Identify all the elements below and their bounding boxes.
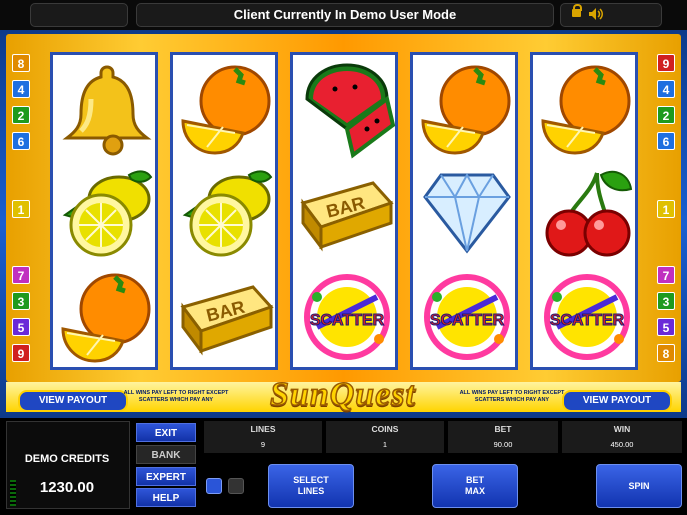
cherry-icon <box>537 163 637 263</box>
orange-icon <box>537 59 637 159</box>
lines-value: 9 <box>204 437 322 453</box>
reel-5: SCATTER <box>530 52 638 370</box>
payline-left-indicator[interactable]: 8 <box>12 54 30 72</box>
watermelon-icon <box>297 59 397 159</box>
bar-icon: BAR <box>297 163 397 263</box>
reel-2: BAR <box>170 52 278 370</box>
payline-left-indicator[interactable]: 2 <box>12 106 30 124</box>
scatter-icon: SCATTER <box>537 267 637 367</box>
svg-text:SCATTER: SCATTER <box>550 312 625 329</box>
view-payout-button-left[interactable]: VIEW PAYOUT <box>18 390 128 412</box>
top-left-panel <box>30 3 128 27</box>
payline-right-indicator[interactable]: 3 <box>657 292 675 310</box>
reel-1 <box>50 52 158 370</box>
reel-4: SCATTER <box>410 52 518 370</box>
payline-right-indicator[interactable]: 6 <box>657 132 675 150</box>
decrease-icon[interactable] <box>206 478 222 494</box>
orange-icon <box>57 267 157 367</box>
reel-3: BAR SCATTER <box>290 52 398 370</box>
bet-label: BET <box>448 421 558 437</box>
payline-right-indicator[interactable]: 7 <box>657 266 675 284</box>
svg-text:SCATTER: SCATTER <box>310 312 385 329</box>
exit-button[interactable]: EXIT <box>136 423 196 442</box>
payline-right-indicator[interactable]: 8 <box>657 344 675 362</box>
payline-left-indicator[interactable]: 1 <box>12 200 30 218</box>
payline-left-indicator[interactable]: 3 <box>12 292 30 310</box>
speaker-icon[interactable] <box>588 7 604 21</box>
help-button[interactable]: HELP <box>136 488 196 507</box>
lock-icon[interactable] <box>572 4 582 17</box>
expert-button[interactable]: EXPERT <box>136 467 196 486</box>
lemon-icon <box>57 163 157 263</box>
lemon-icon <box>177 163 277 263</box>
orange-icon <box>417 59 517 159</box>
increase-icon[interactable] <box>228 478 244 494</box>
svg-text:SCATTER: SCATTER <box>430 312 505 329</box>
payline-left-indicator[interactable]: 6 <box>12 132 30 150</box>
coins-value: 1 <box>326 437 444 453</box>
scatter-icon: SCATTER <box>417 267 517 367</box>
game-logo: SunQuest <box>269 375 416 414</box>
bar-icon: BAR <box>177 267 277 367</box>
spin-button[interactable]: SPIN <box>596 464 682 508</box>
diamond-icon <box>417 163 517 263</box>
payline-right-indicator[interactable]: 2 <box>657 106 675 124</box>
payline-right-indicator[interactable]: 9 <box>657 54 675 72</box>
payline-left-indicator[interactable]: 7 <box>12 266 30 284</box>
payline-right-indicator[interactable]: 1 <box>657 200 675 218</box>
bet-max-button[interactable]: BET MAX <box>432 464 518 508</box>
credits-value: 1230.00 <box>39 479 95 496</box>
payline-left-indicator[interactable]: 4 <box>12 80 30 98</box>
payline-right-indicator[interactable]: 5 <box>657 318 675 336</box>
bank-button[interactable]: BANK <box>136 445 196 464</box>
payline-left-indicator[interactable]: 9 <box>12 344 30 362</box>
win-label: WIN <box>562 421 682 437</box>
win-value: 450.00 <box>562 437 682 453</box>
select-lines-button[interactable]: SELECT LINES <box>268 464 354 508</box>
payline-left-indicator[interactable]: 5 <box>12 318 30 336</box>
payout-note-right: ALL WINS PAY LEFT TO RIGHT EXCEPT SCATTE… <box>459 390 565 403</box>
mode-banner: Client Currently In Demo User Mode <box>136 3 554 27</box>
bet-value: 90.00 <box>448 437 558 453</box>
payline-right-indicator[interactable]: 4 <box>657 80 675 98</box>
coins-label: COINS <box>326 421 444 437</box>
credits-label: DEMO CREDITS <box>24 453 110 465</box>
payout-note-left: ALL WINS PAY LEFT TO RIGHT EXCEPT SCATTE… <box>123 390 229 403</box>
scatter-icon: SCATTER <box>297 267 397 367</box>
lines-label: LINES <box>204 421 322 437</box>
view-payout-button-right[interactable]: VIEW PAYOUT <box>562 390 672 412</box>
bell-icon <box>57 59 157 159</box>
orange-icon <box>177 59 277 159</box>
